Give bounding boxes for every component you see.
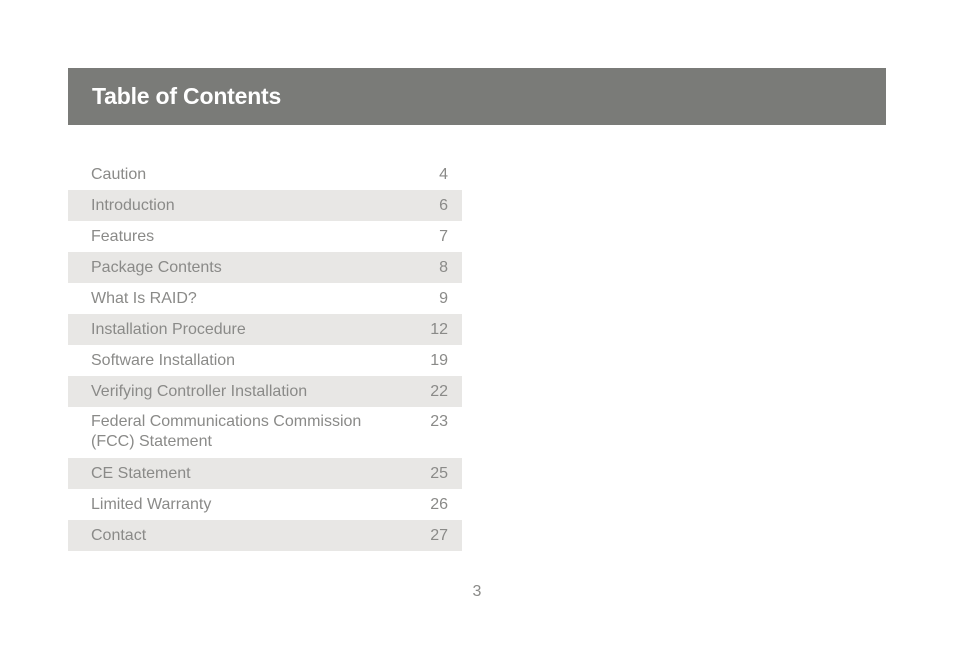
toc-row[interactable]: CE Statement 25 bbox=[68, 458, 462, 489]
toc-label: Software Installation bbox=[91, 351, 236, 369]
toc-label: Features bbox=[91, 227, 155, 245]
toc-row[interactable]: Features 7 bbox=[68, 221, 462, 252]
toc-page: 22 bbox=[430, 382, 448, 400]
toc-label: Caution bbox=[91, 165, 147, 183]
toc-label: Limited Warranty bbox=[91, 495, 212, 513]
toc-page: 4 bbox=[439, 165, 448, 183]
toc-label: Verifying Controller Installation bbox=[91, 382, 308, 400]
toc-row[interactable]: Federal Communications Commission (FCC) … bbox=[68, 407, 462, 458]
toc-row[interactable]: Software Installation 19 bbox=[68, 345, 462, 376]
toc-page: 7 bbox=[439, 227, 448, 245]
toc-label: Package Contents bbox=[91, 258, 222, 276]
toc-page: 6 bbox=[439, 196, 448, 214]
toc-label: Contact bbox=[91, 526, 147, 544]
page-title: Table of Contents bbox=[92, 83, 282, 109]
toc-page: 25 bbox=[430, 464, 448, 482]
toc-page: 23 bbox=[430, 413, 448, 430]
toc-row[interactable]: Caution 4 bbox=[68, 159, 462, 190]
toc-row[interactable]: Contact 27 bbox=[68, 520, 462, 551]
toc-label: Federal Communications Commission (FCC) … bbox=[91, 413, 362, 450]
toc-row[interactable]: Installation Procedure 12 bbox=[68, 314, 462, 345]
toc-label: Introduction bbox=[91, 196, 175, 214]
toc-row[interactable]: Verifying Controller Installation 22 bbox=[68, 376, 462, 407]
toc-page: 26 bbox=[430, 495, 448, 513]
page-number: 3 bbox=[472, 583, 482, 600]
toc-page: 27 bbox=[430, 526, 448, 544]
toc-row[interactable]: Introduction 6 bbox=[68, 190, 462, 221]
toc-page: 19 bbox=[430, 351, 448, 369]
toc-page: 9 bbox=[439, 289, 448, 307]
toc-label: CE Statement bbox=[91, 464, 191, 482]
table-of-contents: Caution 4 Introduction 6 Features 7 Package… bbox=[68, 159, 462, 551]
toc-row[interactable]: Package Contents 8 bbox=[68, 252, 462, 283]
toc-label: What Is RAID? bbox=[91, 289, 197, 307]
toc-row[interactable]: Limited Warranty 26 bbox=[68, 489, 462, 520]
toc-page: 12 bbox=[430, 320, 448, 338]
header-bar: Table of Contents bbox=[68, 68, 886, 125]
toc-page: 8 bbox=[439, 258, 448, 276]
toc-row[interactable]: What Is RAID? 9 bbox=[68, 283, 462, 314]
toc-label: Installation Procedure bbox=[91, 320, 246, 338]
